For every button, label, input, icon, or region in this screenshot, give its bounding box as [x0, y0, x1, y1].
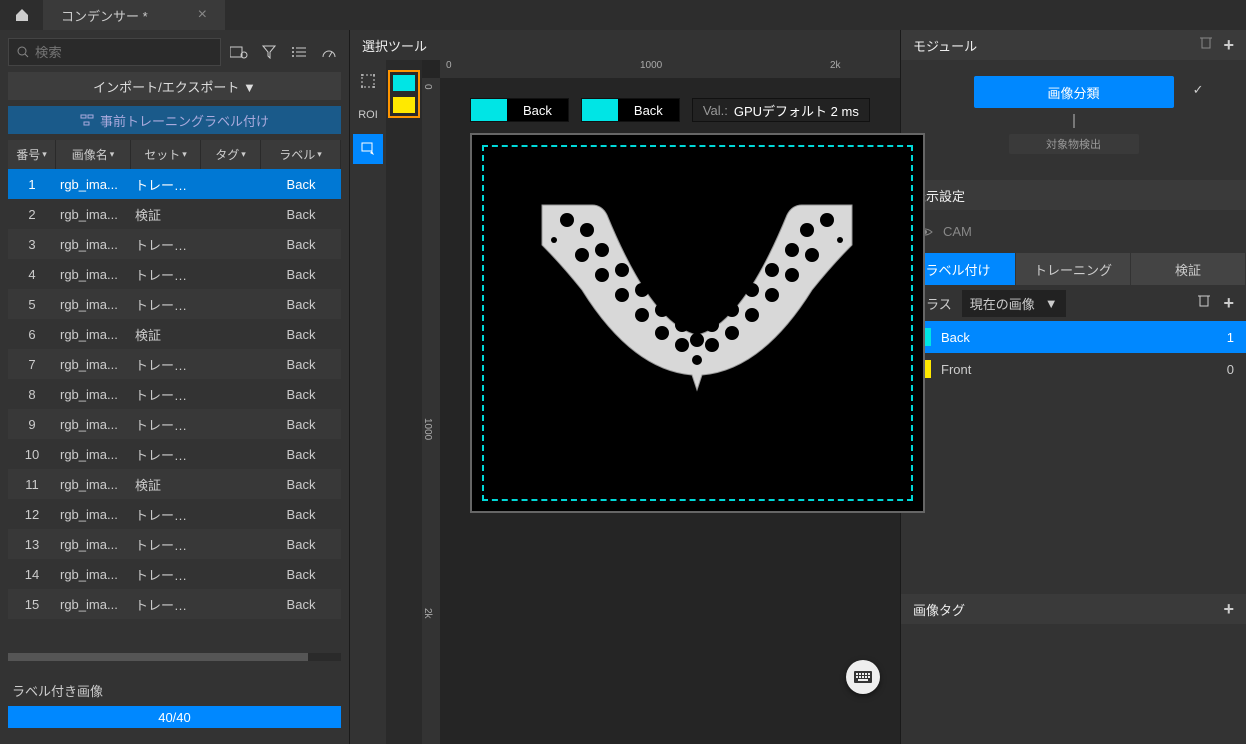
display-settings-header: 表示設定 [901, 180, 1246, 210]
list-icon[interactable] [287, 40, 311, 64]
keyboard-button[interactable] [846, 660, 880, 694]
pretrain-label-button[interactable]: 事前トレーニングラベル付け [8, 106, 341, 134]
module-node-detection[interactable]: 対象物検出 [1009, 134, 1139, 154]
add-class-icon[interactable]: + [1223, 293, 1234, 314]
col-name[interactable]: 画像名▾ [56, 140, 131, 169]
tool-strip: ROI [350, 60, 386, 744]
module-node-classification[interactable]: 画像分類 [974, 76, 1174, 108]
prediction-badge-2: Back [581, 98, 680, 122]
part-image [532, 195, 862, 395]
top-bar: コンデンサー * × [0, 0, 1246, 30]
image-settings-icon[interactable] [227, 40, 251, 64]
col-number[interactable]: 番号▾ [8, 140, 56, 169]
table-row[interactable]: 10rgb_ima...トレーニ...Back [8, 439, 341, 469]
dashboard-icon[interactable] [317, 40, 341, 64]
class-item[interactable]: Back 1 [901, 321, 1246, 353]
ruler-vertical: 0 1000 2k [422, 78, 440, 744]
canvas-panel: 選択ツール ROI 0 1000 2k 0 [350, 30, 900, 744]
delete-module-icon[interactable] [1199, 35, 1213, 56]
col-label[interactable]: ラベル▾ [261, 140, 341, 169]
class-item[interactable]: Front 0 [901, 353, 1246, 385]
prediction-badge-1: Back [470, 98, 569, 122]
table-row[interactable]: 12rgb_ima...トレーニ...Back [8, 499, 341, 529]
tool-label[interactable] [353, 134, 383, 164]
palette-strip [386, 60, 422, 744]
close-tab-icon[interactable]: × [198, 6, 207, 24]
table-row[interactable]: 2rgb_ima...検証Back [8, 199, 341, 229]
table-row[interactable]: 15rgb_ima...トレーニ...Back [8, 589, 341, 619]
module-graph: 画像分類 ✓ 対象物検出 [901, 60, 1246, 180]
search-icon [17, 46, 29, 58]
table-row[interactable]: 1rgb_ima...トレーニ...Back [8, 169, 341, 199]
image-tags-header: 画像タグ + [901, 594, 1246, 624]
mode-tabs: ラベル付け トレーニング 検証 [901, 253, 1246, 285]
canvas-header: 選択ツール [350, 30, 900, 60]
add-tag-icon[interactable]: + [1223, 599, 1234, 620]
canvas-area[interactable]: 0 1000 2k 0 1000 2k Back [422, 60, 900, 744]
module-panel: モジュール + 画像分類 ✓ 対象物検出 表示設定 CAM [900, 30, 1246, 744]
class-count: 1 [1227, 330, 1234, 345]
class-scope-dropdown[interactable]: 現在の画像▼ [962, 290, 1066, 317]
table-row[interactable]: 9rgb_ima...トレーニ...Back [8, 409, 341, 439]
class-filter-row: クラス 現在の画像▼ + [901, 285, 1246, 321]
home-button[interactable] [0, 0, 43, 30]
module-connector [1073, 114, 1075, 128]
search-field[interactable] [35, 45, 212, 60]
horizontal-scrollbar[interactable] [8, 653, 341, 661]
col-set[interactable]: セット▾ [131, 140, 201, 169]
palette-color-0[interactable] [393, 75, 415, 91]
tab-training[interactable]: トレーニング [1016, 253, 1131, 285]
table-row[interactable]: 13rgb_ima...トレーニ...Back [8, 529, 341, 559]
image-frame[interactable] [470, 133, 925, 513]
class-name: Front [941, 362, 971, 377]
ruler-horizontal: 0 1000 2k [440, 60, 900, 78]
inference-info: Val.:GPUデフォルト 2 ms [692, 98, 870, 122]
search-input[interactable] [8, 38, 221, 66]
pretrain-icon [80, 114, 94, 126]
check-icon: ✓ [1193, 82, 1204, 98]
palette-group [388, 70, 420, 118]
tool-roi[interactable]: ROI [353, 100, 383, 130]
palette-color-1[interactable] [393, 97, 415, 113]
progress-text: 40/40 [158, 710, 191, 725]
progress-bar: 40/40 [8, 706, 341, 728]
table-row[interactable]: 14rgb_ima...トレーニ...Back [8, 559, 341, 589]
import-export-button[interactable]: インポート/エクスポート ▼ [8, 72, 341, 100]
filter-icon[interactable] [257, 40, 281, 64]
cam-toggle[interactable]: CAM [901, 210, 1246, 253]
progress-label: ラベル付き画像 [8, 675, 341, 706]
table-row[interactable]: 3rgb_ima...トレーニ...Back [8, 229, 341, 259]
table-row[interactable]: 4rgb_ima...トレーニ...Back [8, 259, 341, 289]
image-table: 番号▾ 画像名▾ セット▾ タグ▾ ラベル▾ 1rgb_ima...トレーニ..… [8, 140, 341, 661]
table-row[interactable]: 7rgb_ima...トレーニ...Back [8, 349, 341, 379]
delete-class-icon[interactable] [1197, 293, 1211, 314]
table-row[interactable]: 11rgb_ima...検証Back [8, 469, 341, 499]
module-header: モジュール + [901, 30, 1246, 60]
document-tab[interactable]: コンデンサー * × [43, 0, 225, 30]
tool-select[interactable] [353, 66, 383, 96]
tab-validation[interactable]: 検証 [1131, 253, 1246, 285]
image-list-panel: インポート/エクスポート ▼ 事前トレーニングラベル付け 番号▾ 画像名▾ セッ… [0, 30, 350, 744]
table-row[interactable]: 8rgb_ima...トレーニ...Back [8, 379, 341, 409]
col-tag[interactable]: タグ▾ [201, 140, 261, 169]
table-row[interactable]: 6rgb_ima...検証Back [8, 319, 341, 349]
add-module-icon[interactable]: + [1223, 35, 1234, 56]
table-row[interactable]: 5rgb_ima...トレーニ...Back [8, 289, 341, 319]
class-count: 0 [1227, 362, 1234, 377]
class-name: Back [941, 330, 970, 345]
tab-title: コンデンサー * [61, 6, 148, 25]
